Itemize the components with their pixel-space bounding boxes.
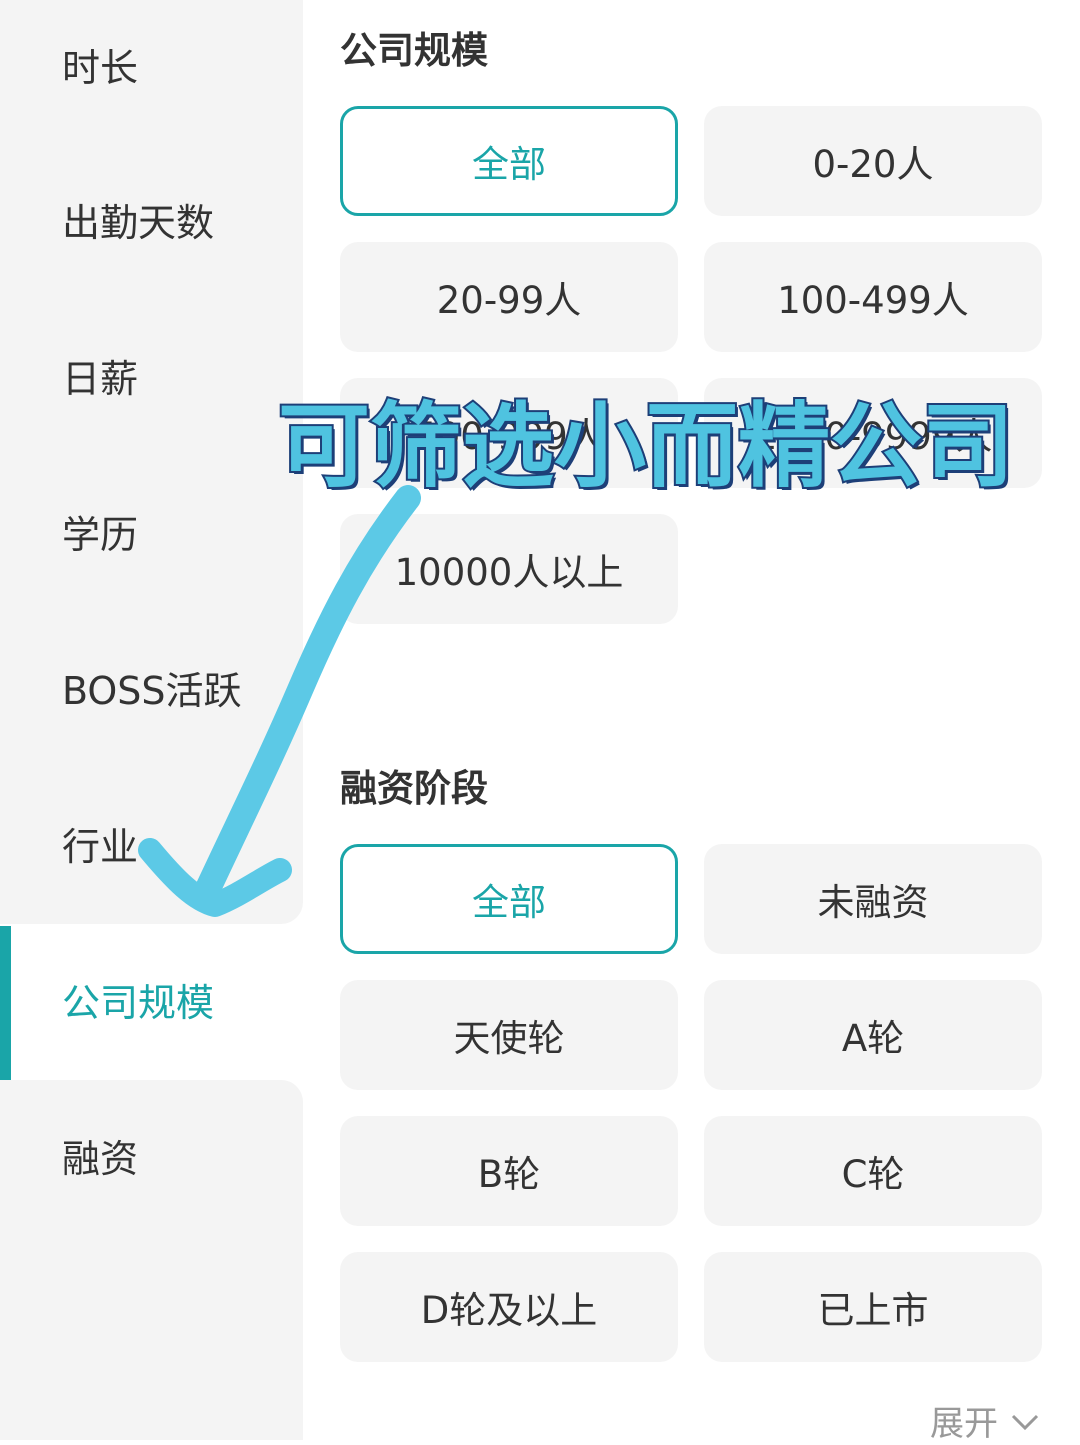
size-option-100-499[interactable]: 100-499人 <box>704 242 1042 352</box>
funding-option-listed[interactable]: 已上市 <box>704 1252 1042 1362</box>
filter-sidebar: 时长 出勤天数 日薪 学历 BOSS活跃 行业 公司规模 融资 <box>0 0 303 1440</box>
size-option-10000-plus[interactable]: 10000人以上 <box>340 514 678 624</box>
funding-option-series-a[interactable]: A轮 <box>704 980 1042 1090</box>
sidebar-background <box>0 0 303 924</box>
sidebar-item-boss-active[interactable]: BOSS活跃 <box>62 661 242 721</box>
sidebar-item-duration[interactable]: 时长 <box>62 38 138 98</box>
sidebar-item-attendance-days[interactable]: 出勤天数 <box>62 193 214 253</box>
sidebar-item-funding[interactable]: 融资 <box>62 1129 138 1189</box>
size-option-20-99[interactable]: 20-99人 <box>340 242 678 352</box>
funding-title: 融资阶段 <box>340 767 488 810</box>
funding-option-unfunded[interactable]: 未融资 <box>704 844 1042 954</box>
funding-option-angel[interactable]: 天使轮 <box>340 980 678 1090</box>
funding-option-series-d-plus[interactable]: D轮及以上 <box>340 1252 678 1362</box>
sidebar-item-daily-pay[interactable]: 日薪 <box>62 349 138 409</box>
funding-option-all[interactable]: 全部 <box>340 844 678 954</box>
sidebar-item-company-size[interactable]: 公司规模 <box>62 973 214 1033</box>
size-option-0-20[interactable]: 0-20人 <box>704 106 1042 216</box>
sidebar-item-education[interactable]: 学历 <box>62 505 138 565</box>
company-size-title: 公司规模 <box>340 29 488 72</box>
sidebar-background-lower <box>0 1080 303 1440</box>
size-option-all[interactable]: 全部 <box>340 106 678 216</box>
annotation-caption: 可筛选小而精公司 <box>276 391 1016 502</box>
expand-button[interactable]: 展开 <box>930 1396 1040 1445</box>
expand-label: 展开 <box>930 1404 998 1444</box>
funding-option-series-b[interactable]: B轮 <box>340 1116 678 1226</box>
sidebar-item-industry[interactable]: 行业 <box>62 817 138 877</box>
active-indicator <box>0 926 11 1080</box>
chevron-down-icon <box>1010 1401 1040 1441</box>
funding-option-series-c[interactable]: C轮 <box>704 1116 1042 1226</box>
